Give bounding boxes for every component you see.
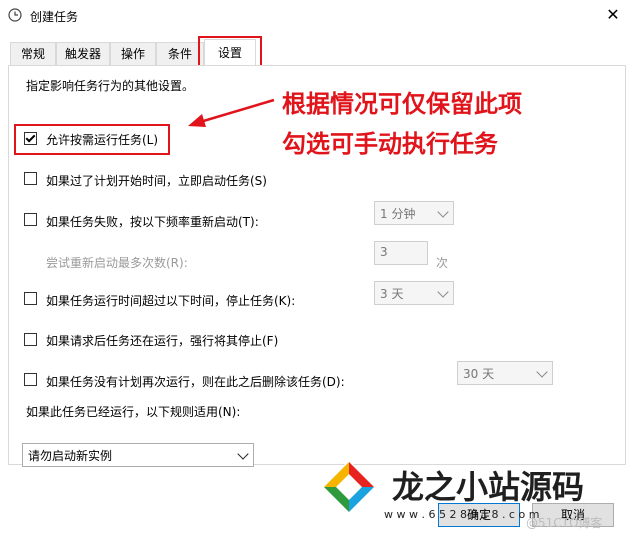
delete-if-not-scheduled-label[interactable]: 如果任务没有计划再次运行，则在此之后删除该任务(D):: [46, 373, 345, 390]
rule-label: 如果此任务已经运行，以下规则适用(N):: [26, 405, 241, 419]
rule-select[interactable]: 请勿启动新实例: [22, 443, 254, 467]
watermark-logo-icon: [322, 460, 376, 514]
restart-attempts-label: 尝试重新启动最多次数(R):: [46, 256, 188, 270]
stop-duration-select[interactable]: 3 天: [374, 281, 454, 305]
stop-if-runs-longer-label[interactable]: 如果任务运行时间超过以下时间，停止任务(K):: [46, 292, 295, 309]
restart-on-failure-checkbox[interactable]: [24, 213, 37, 226]
run-if-missed-label[interactable]: 如果过了计划开始时间，立即启动任务(S): [46, 172, 267, 189]
force-stop-checkbox[interactable]: [24, 333, 37, 346]
tab-general[interactable]: 常规: [10, 42, 56, 65]
chevron-down-icon: [437, 286, 449, 298]
delete-duration-value: 30 天: [463, 367, 495, 381]
chevron-down-icon: [536, 366, 548, 378]
title-bar: 创建任务 ✕: [0, 0, 632, 32]
stop-duration-value: 3 天: [380, 287, 404, 301]
annotation-line2: 勾选可手动执行任务: [282, 130, 498, 158]
window-title: 创建任务: [30, 10, 79, 24]
restart-attempts-input[interactable]: 3: [374, 241, 428, 265]
watermark-source: @51CTO博客: [526, 516, 603, 530]
restart-interval-select[interactable]: 1 分钟: [374, 201, 454, 225]
restart-attempts-unit: 次: [436, 256, 449, 270]
close-icon[interactable]: ✕: [596, 2, 630, 28]
force-stop-label[interactable]: 如果请求后任务还在运行，强行将其停止(F): [46, 332, 278, 349]
restart-on-failure-label[interactable]: 如果任务失败，按以下频率重新启动(T):: [46, 213, 259, 230]
tab-actions[interactable]: 操作: [110, 42, 156, 65]
rule-value: 请勿启动新实例: [28, 449, 113, 463]
chevron-down-icon: [437, 206, 449, 218]
restart-interval-value: 1 分钟: [380, 207, 416, 221]
settings-intro: 指定影响任务行为的其他设置。: [26, 79, 195, 93]
allow-on-demand-label[interactable]: 允许按需运行任务(L): [46, 131, 158, 148]
tab-triggers[interactable]: 触发器: [56, 42, 110, 65]
delete-duration-select[interactable]: 30 天: [457, 361, 553, 385]
annotation-line1: 根据情况可仅保留此项: [282, 90, 522, 118]
tab-conditions[interactable]: 条件: [156, 42, 204, 65]
delete-if-not-scheduled-checkbox[interactable]: [24, 373, 37, 386]
run-if-missed-checkbox[interactable]: [24, 172, 37, 185]
chevron-down-icon: [237, 448, 249, 460]
allow-on-demand-checkbox[interactable]: [24, 132, 37, 145]
watermark-url: w w w . 6 5 2 8 9 1 8 . c o m: [384, 508, 540, 521]
clock-icon: [8, 8, 22, 22]
watermark-brand: 龙之小站源码: [392, 468, 585, 506]
stop-if-runs-longer-checkbox[interactable]: [24, 292, 37, 305]
annotation-arrow-icon: [188, 98, 275, 127]
restart-attempts-value: 3: [380, 245, 388, 259]
